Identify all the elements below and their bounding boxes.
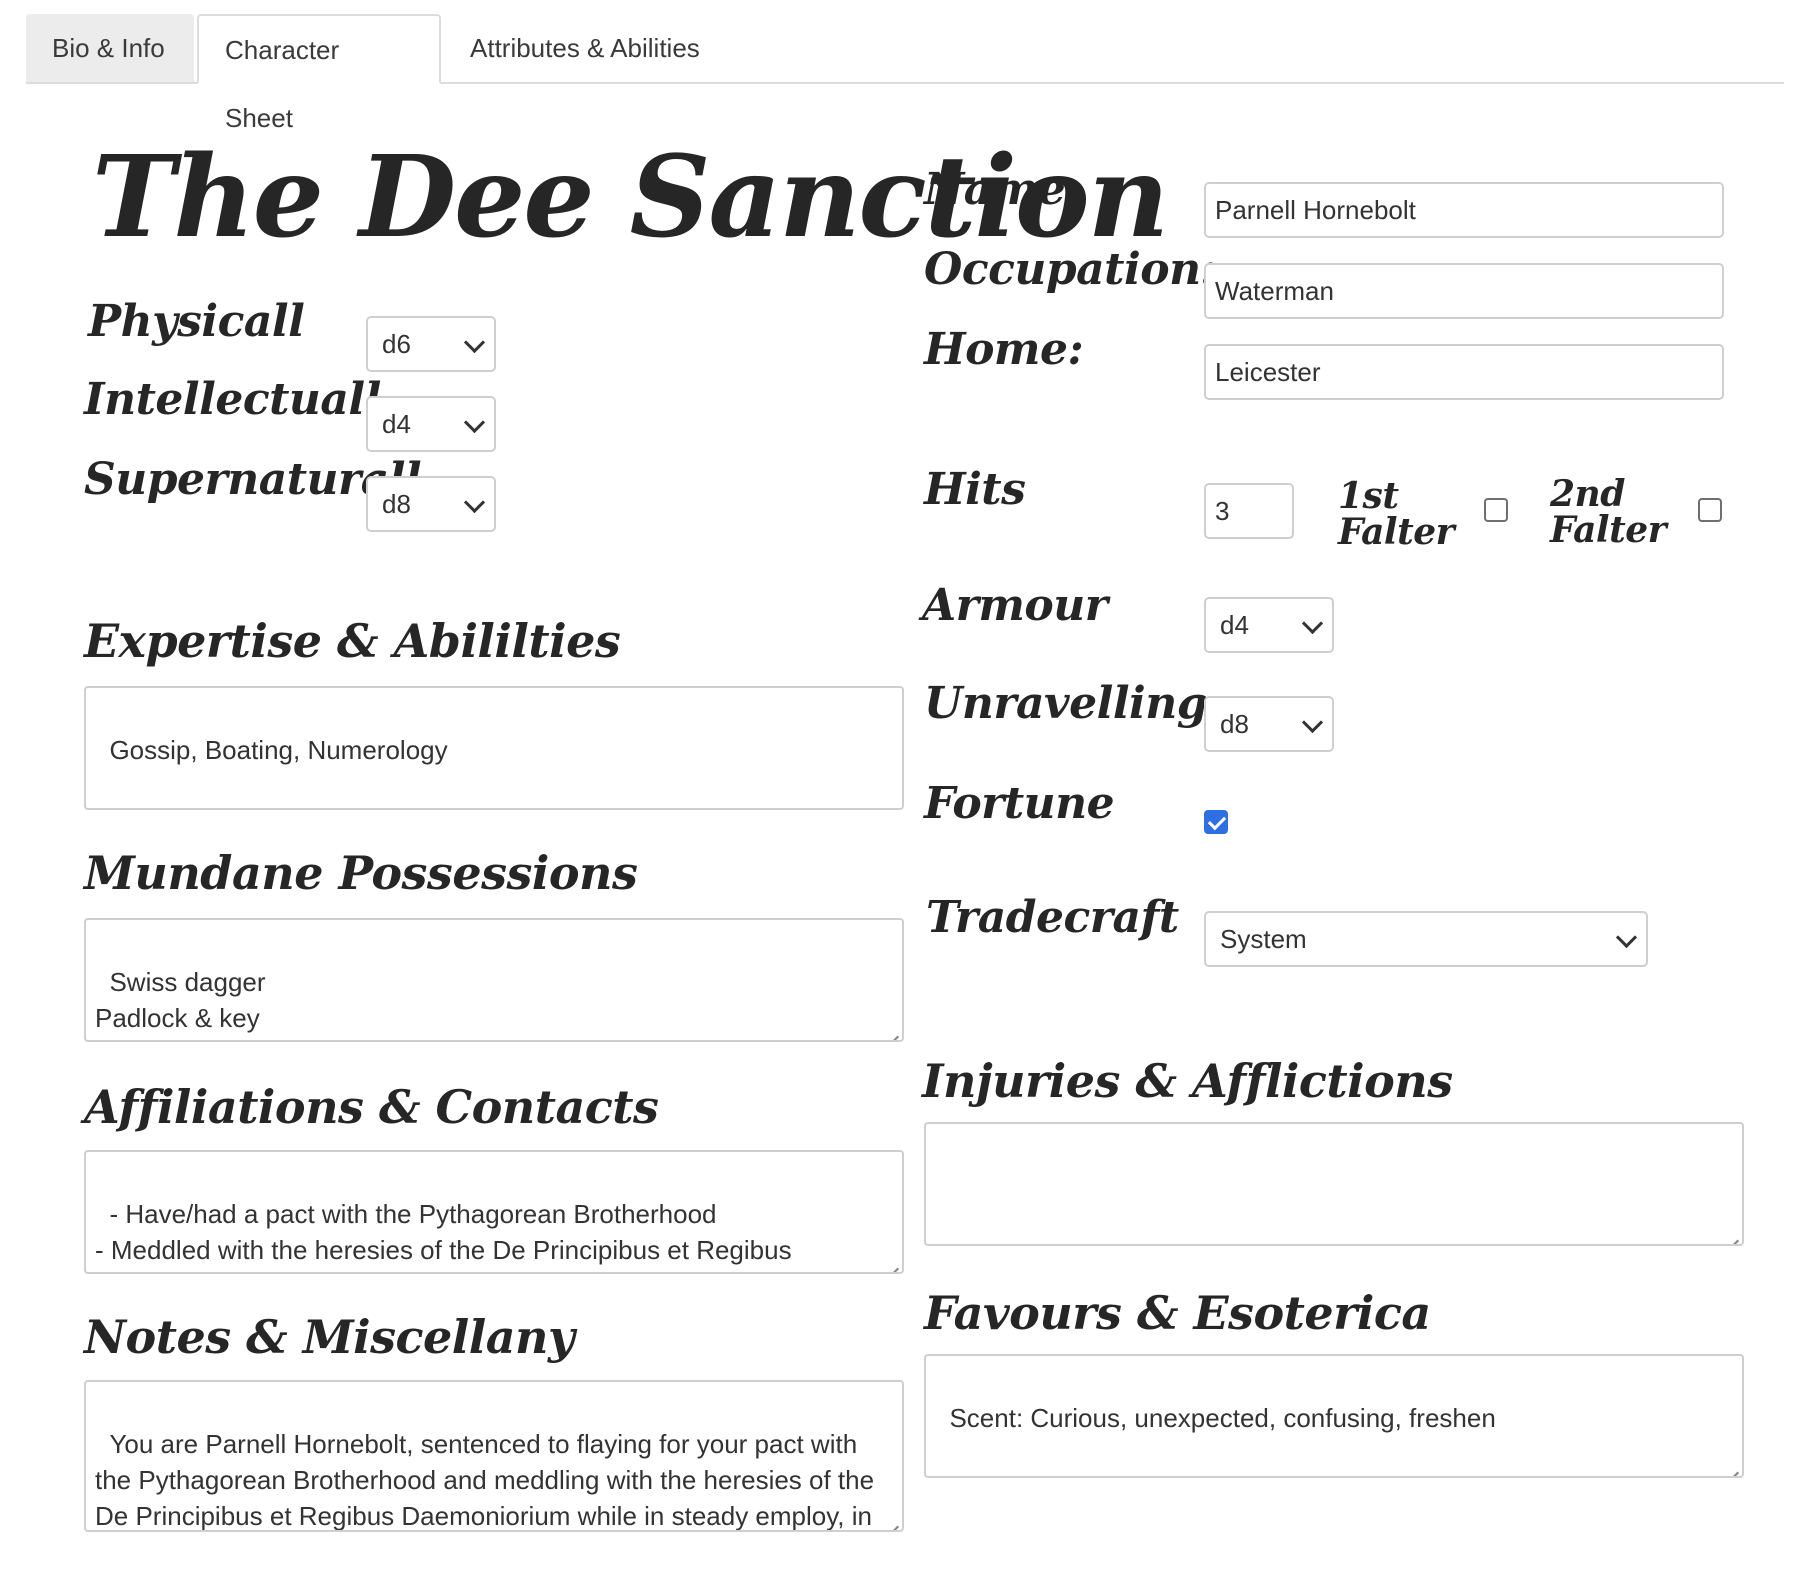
armour-select[interactable]: d4	[1204, 597, 1334, 653]
resize-handle-icon[interactable]	[885, 1255, 899, 1269]
tab-character-sheet[interactable]: Character Sheet	[197, 14, 441, 133]
expertise-textarea[interactable]: Gossip, Boating, Numerology	[84, 686, 904, 810]
chevron-down-icon	[1301, 711, 1324, 734]
possessions-value: Swiss dagger Padlock & key Wool coat	[95, 967, 266, 1040]
falter2-label-line1: 2nd	[1550, 473, 1625, 515]
home-field[interactable]: Leicester	[1204, 344, 1724, 400]
chevron-down-icon	[463, 411, 486, 434]
physical-select[interactable]: d6	[366, 316, 496, 372]
tab-bio-info[interactable]: Bio & Info	[26, 14, 194, 82]
armour-label: Armour	[922, 580, 1108, 631]
home-value: Leicester	[1215, 356, 1321, 387]
affiliations-label: Affiliations & Contacts	[84, 1080, 659, 1134]
physical-value: d6	[382, 328, 411, 359]
expertise-label: Expertise & Abililties	[84, 614, 621, 668]
falter1-label-line2: Falter	[1338, 511, 1455, 553]
tradecraft-select[interactable]: System	[1204, 911, 1648, 967]
occupation-label: Occupation:	[924, 244, 1217, 295]
fortune-checkbox[interactable]	[1204, 810, 1228, 834]
chevron-down-icon	[1301, 612, 1324, 635]
notes-textarea[interactable]: You are Parnell Hornebolt, sentenced to …	[84, 1380, 904, 1532]
tradecraft-label: Tradecraft	[926, 892, 1179, 943]
falter2-label: 2nd Falter	[1550, 473, 1667, 551]
tradecraft-value: System	[1220, 923, 1307, 954]
notes-value: You are Parnell Hornebolt, sentenced to …	[95, 1429, 875, 1531]
tab-attributes-abilities[interactable]: Attributes & Abilities	[444, 14, 744, 82]
resize-handle-icon[interactable]	[885, 1023, 899, 1037]
name-label: Name:	[924, 164, 1082, 215]
injuries-label: Injuries & Afflictions	[922, 1054, 1453, 1108]
falter1-checkbox[interactable]	[1484, 498, 1508, 522]
physical-label: Physicall	[88, 296, 305, 347]
supernatural-value: d8	[382, 488, 411, 519]
hits-value: 3	[1215, 495, 1230, 526]
possessions-label: Mundane Possessions	[84, 846, 638, 900]
affiliations-value: - Have/had a pact with the Pythagorean B…	[95, 1199, 792, 1272]
expertise-value: Gossip, Boating, Numerology	[109, 735, 448, 765]
chevron-down-icon	[1615, 926, 1638, 949]
supernatural-select[interactable]: d8	[366, 476, 496, 532]
name-field[interactable]: Parnell Hornebolt	[1204, 182, 1724, 238]
unravelling-value: d8	[1220, 708, 1249, 739]
intellectual-label: Intellectuall	[84, 374, 381, 425]
intellectual-select[interactable]: d4	[366, 396, 496, 452]
unravelling-select[interactable]: d8	[1204, 696, 1334, 752]
hits-label: Hits	[924, 464, 1026, 515]
falter2-label-line2: Falter	[1550, 509, 1667, 551]
fortune-label: Fortune	[924, 778, 1115, 829]
hits-field[interactable]: 3	[1204, 483, 1294, 539]
unravelling-label: Unravelling	[924, 678, 1208, 729]
home-label: Home:	[924, 324, 1084, 375]
occupation-value: Waterman	[1215, 275, 1334, 306]
tab-bar: Bio & Info Character Sheet Attributes & …	[26, 14, 1784, 133]
resize-handle-icon[interactable]	[1725, 1227, 1739, 1241]
favours-label: Favours & Esoterica	[924, 1286, 1431, 1340]
chevron-down-icon	[463, 491, 486, 514]
name-value: Parnell Hornebolt	[1215, 194, 1416, 225]
affiliations-textarea[interactable]: - Have/had a pact with the Pythagorean B…	[84, 1150, 904, 1274]
resize-handle-icon[interactable]	[885, 1513, 899, 1527]
chevron-down-icon	[463, 331, 486, 354]
favours-value: Scent: Curious, unexpected, confusing, f…	[949, 1403, 1496, 1433]
armour-value: d4	[1220, 609, 1249, 640]
intellectual-value: d4	[382, 408, 411, 439]
injuries-textarea[interactable]	[924, 1122, 1744, 1246]
possessions-textarea[interactable]: Swiss dagger Padlock & key Wool coat	[84, 918, 904, 1042]
favours-textarea[interactable]: Scent: Curious, unexpected, confusing, f…	[924, 1354, 1744, 1478]
falter1-label: 1st Falter	[1338, 475, 1455, 553]
falter2-checkbox[interactable]	[1698, 498, 1722, 522]
falter1-label-line1: 1st	[1338, 475, 1399, 517]
occupation-field[interactable]: Waterman	[1204, 263, 1724, 319]
notes-label: Notes & Miscellany	[84, 1310, 575, 1364]
resize-handle-icon[interactable]	[1725, 1459, 1739, 1473]
